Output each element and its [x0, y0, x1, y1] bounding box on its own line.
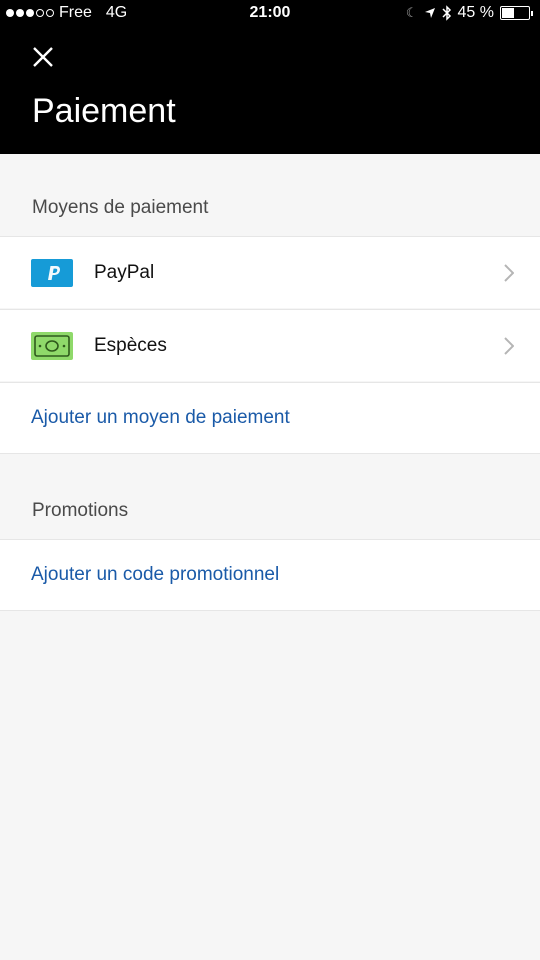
page-title: Paiement	[32, 92, 176, 130]
chevron-right-icon	[504, 336, 514, 355]
cash-icon	[31, 332, 73, 360]
add-payment-method-link[interactable]: Ajouter un moyen de paiement	[31, 407, 290, 429]
paypal-icon	[31, 259, 73, 287]
battery-icon	[500, 6, 533, 20]
section-header-promotions: Promotions	[32, 500, 129, 521]
close-icon[interactable]	[28, 42, 58, 72]
add-payment-method-row[interactable]: Ajouter un moyen de paiement	[0, 382, 540, 454]
add-promo-code-link[interactable]: Ajouter un code promotionnel	[31, 564, 279, 586]
location-arrow-icon	[424, 8, 435, 18]
chevron-right-icon	[504, 263, 514, 282]
payment-method-paypal[interactable]: PayPal	[0, 236, 540, 308]
battery-percent: 45 %	[457, 4, 494, 21]
payment-method-label: PayPal	[94, 261, 155, 283]
section-header-payment-methods: Moyens de paiement	[32, 197, 209, 218]
status-indicators: ☾ 45 %	[405, 4, 533, 22]
app-header: Free 4G 21:00 ☾ 45 % Paiement	[0, 0, 540, 154]
bluetooth-icon	[442, 5, 451, 21]
payment-method-label: Espèces	[94, 334, 167, 356]
moon-icon: ☾	[405, 5, 418, 20]
payment-method-cash[interactable]: Espèces	[0, 309, 540, 381]
add-promo-code-row[interactable]: Ajouter un code promotionnel	[0, 539, 540, 611]
status-bar: Free 4G 21:00 ☾ 45 %	[0, 0, 540, 28]
